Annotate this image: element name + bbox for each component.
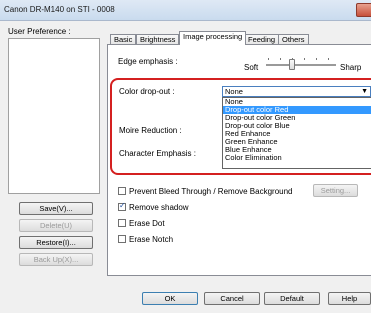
window-title: Canon DR-M140 on STI - 0008 (4, 5, 115, 14)
edge-emphasis-label: Edge emphasis : (118, 57, 178, 66)
default-button[interactable]: Default (264, 292, 320, 305)
ok-button[interactable]: OK (142, 292, 198, 305)
remove-shadow-checkbox[interactable] (118, 201, 126, 211)
edge-emphasis-sharp-label: Sharp (340, 63, 362, 72)
erase-notch-checkbox[interactable] (118, 235, 126, 243)
color-dropout-value: None (225, 87, 243, 96)
slider-tick (316, 58, 317, 60)
setting-button[interactable]: Setting... (313, 184, 358, 197)
edge-emphasis-slider-track[interactable] (266, 64, 336, 66)
erase-dot-checkbox[interactable] (118, 219, 126, 227)
slider-tick (304, 58, 305, 60)
prevent-bleed-through-label: Prevent Bleed Through / Remove Backgroun… (129, 187, 293, 196)
save-button[interactable]: Save(V)... (19, 202, 93, 215)
erase-dot-label: Erase Dot (129, 219, 165, 228)
color-dropout-label: Color drop-out : (119, 87, 175, 96)
moire-reduction-label: Moire Reduction : (119, 126, 182, 135)
chevron-down-icon[interactable]: ▼ (361, 87, 368, 96)
restore-button[interactable]: Restore(I)... (19, 236, 93, 249)
remove-shadow-label: Remove shadow (129, 203, 189, 212)
slider-tick (328, 58, 329, 60)
tab-image-processing[interactable]: Image processing (179, 31, 247, 45)
erase-notch-label: Erase Notch (129, 235, 174, 244)
delete-button[interactable]: Delete(U) (19, 219, 93, 232)
backup-button[interactable]: Back Up(X)... (19, 253, 93, 266)
slider-tick (268, 58, 269, 60)
help-button[interactable]: Help (328, 292, 371, 305)
character-emphasis-label: Character Emphasis : (119, 149, 196, 158)
edge-emphasis-slider-thumb[interactable] (289, 59, 295, 70)
edge-emphasis-soft-label: Soft (244, 63, 259, 72)
dropdown-option[interactable]: Color Elimination (223, 154, 371, 162)
user-preference-list[interactable] (8, 38, 100, 194)
title-bar[interactable]: Canon DR-M140 on STI - 0008 (0, 0, 371, 21)
close-icon[interactable] (356, 3, 371, 17)
slider-tick (280, 58, 281, 60)
prevent-bleed-through-checkbox[interactable] (118, 187, 126, 195)
color-dropout-select[interactable]: None ▼ (222, 86, 371, 97)
color-dropout-dropdown: None Drop-out color Red Drop-out color G… (222, 97, 371, 169)
scanner-properties-window: Canon DR-M140 on STI - 0008 User Prefere… (0, 0, 371, 313)
user-preference-label: User Preference : (8, 27, 71, 36)
cancel-button[interactable]: Cancel (204, 292, 260, 305)
